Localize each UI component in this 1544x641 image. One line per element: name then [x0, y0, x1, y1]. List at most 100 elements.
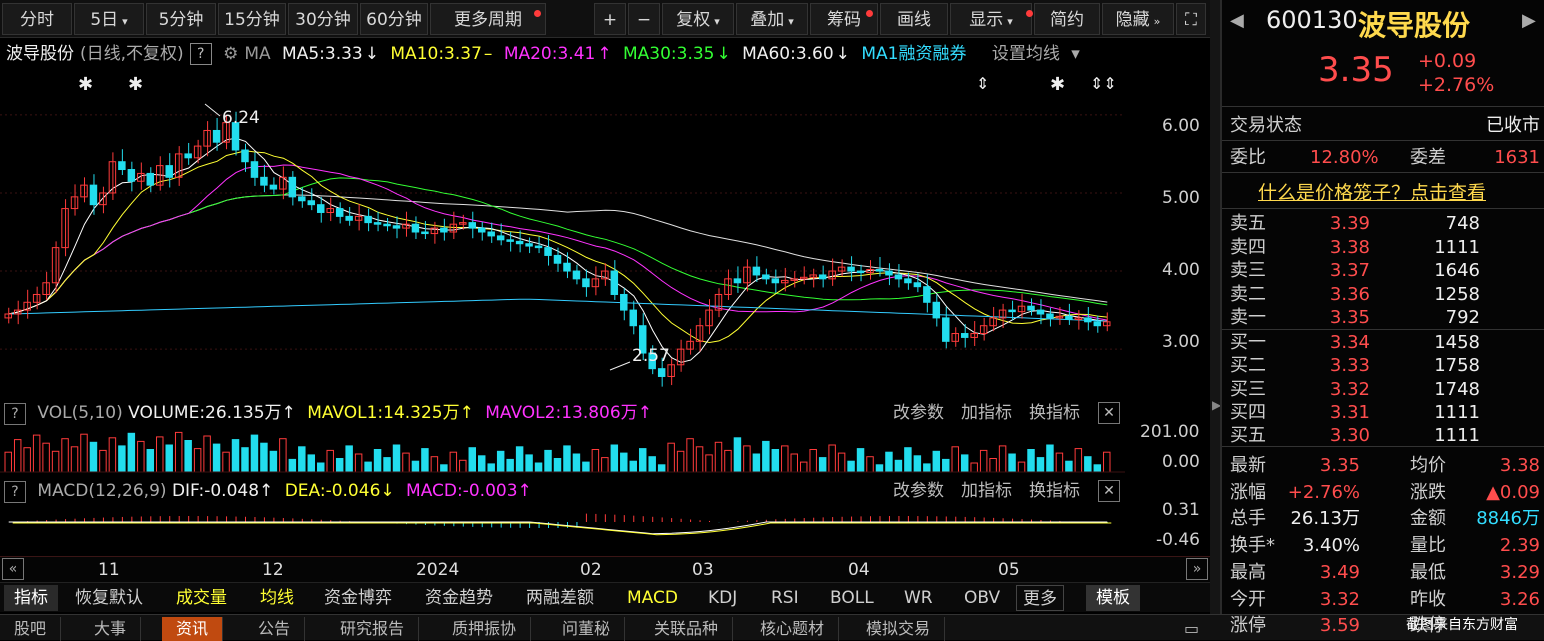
overlay-button[interactable]: 叠加 ▾ — [736, 3, 808, 35]
tab-rsi[interactable]: RSI — [771, 585, 799, 611]
simple-button[interactable]: 简约 — [1034, 3, 1100, 35]
mavol1-value: MAVOL1:14.325万 — [307, 403, 460, 423]
stat-value: 3.59 — [1319, 615, 1360, 637]
tab-capital-game[interactable]: 资金博弈 — [324, 585, 392, 611]
display-button[interactable]: 显示 ▾ — [950, 3, 1033, 35]
tab-60min[interactable]: 60分钟 — [360, 3, 428, 35]
tab-core-theme[interactable]: 核心题材 — [746, 617, 840, 641]
tab-more[interactable]: 更多 — [1016, 585, 1064, 611]
chips-label: 筹码 — [827, 10, 861, 30]
gear-icon[interactable]: ⚙ — [223, 44, 238, 64]
close-icon[interactable]: ✕ — [1098, 480, 1120, 502]
prev-stock-icon[interactable]: ◀ — [1230, 10, 1244, 31]
tab-more-periods[interactable]: 更多周期 — [430, 3, 546, 35]
switch-indicator-button[interactable]: 换指标 — [1029, 478, 1080, 504]
tab-15min[interactable]: 15分钟 — [218, 3, 286, 35]
volume-bar — [676, 450, 685, 473]
volume-bar — [354, 453, 363, 473]
candle-body — [1093, 321, 1102, 327]
tab-boll[interactable]: BOLL — [830, 585, 874, 611]
tab-indicator[interactable]: 指标 — [4, 585, 58, 611]
tab-announcements[interactable]: 公告 — [244, 617, 306, 641]
tab-volume[interactable]: 成交量 — [176, 585, 227, 611]
event-marker-icon[interactable]: ✱ — [1050, 74, 1065, 95]
tab-margin-diff[interactable]: 两融差额 — [526, 585, 594, 611]
stat-row: 最新 3.35 均价 3.38 — [1230, 454, 1540, 477]
tab-5min[interactable]: 5分钟 — [146, 3, 216, 35]
notify-dot — [1026, 10, 1033, 17]
help-icon[interactable]: ? — [4, 481, 26, 503]
scroll-right-icon[interactable]: » — [1186, 558, 1208, 580]
zoom-in-button[interactable]: + — [594, 3, 626, 35]
candle-body — [1065, 315, 1073, 320]
tab-pledge[interactable]: 质押振协 — [438, 617, 532, 641]
help-icon[interactable]: ? — [4, 403, 26, 425]
scroll-left-icon[interactable]: « — [2, 558, 24, 580]
tab-events[interactable]: 大事 — [80, 617, 142, 641]
hide-label: 隐藏 — [1115, 10, 1150, 30]
candle-body — [127, 169, 136, 182]
help-icon[interactable]: ? — [189, 43, 212, 65]
x-tick-label: 02 — [580, 560, 602, 580]
tab-wr[interactable]: WR — [904, 585, 933, 611]
event-arrow-icon[interactable]: ⇕ — [976, 74, 989, 93]
tab-restore-default[interactable]: 恢复默认 — [75, 585, 143, 611]
add-indicator-button[interactable]: 加指标 — [961, 478, 1012, 504]
volume-bar — [421, 448, 429, 473]
tab-sim-trade[interactable]: 模拟交易 — [852, 617, 946, 641]
event-marker-icon[interactable]: ✱ — [78, 74, 93, 95]
fullscreen-icon[interactable]: ⛶ — [1176, 3, 1206, 35]
order-ratio-row: 委比 12.80% 委差 1631 — [1230, 146, 1540, 169]
draw-button[interactable]: 画线 — [880, 3, 948, 35]
tab-guba[interactable]: 股吧 — [0, 617, 62, 641]
macd-tick-label: -0.46 — [1156, 530, 1200, 550]
stat-value: 3.29 — [1499, 561, 1540, 583]
next-stock-icon[interactable]: ▶ — [1522, 10, 1536, 31]
add-indicator-button[interactable]: 加指标 — [961, 400, 1012, 426]
bid-row: 买四 3.31 1111 — [1230, 401, 1540, 424]
tab-30min[interactable]: 30分钟 — [288, 3, 358, 35]
tab-news[interactable]: 资讯 — [162, 617, 224, 641]
tab-5day[interactable]: 5日 ▾ — [74, 3, 144, 35]
volume-bar — [42, 442, 50, 473]
change-params-button[interactable]: 改参数 — [893, 400, 944, 426]
tab-template[interactable]: 模板 — [1086, 585, 1140, 611]
tab-obv[interactable]: OBV — [964, 585, 1000, 611]
volume-bar — [913, 455, 922, 473]
candle-body — [421, 231, 429, 235]
tab-related[interactable]: 关联品种 — [640, 617, 734, 641]
ma-setting-button[interactable]: 设置均线 ▾ — [992, 44, 1080, 64]
tab-kdj[interactable]: KDJ — [708, 585, 737, 611]
volume-bar — [1084, 456, 1092, 473]
tab-capital-trend[interactable]: 资金趋势 — [425, 585, 493, 611]
adjust-button[interactable]: 复权 ▾ — [662, 3, 734, 35]
zoom-out-button[interactable]: − — [628, 3, 660, 35]
event-marker-icon[interactable]: ✱ — [128, 74, 143, 95]
minimize-icon[interactable]: ▭ — [1170, 617, 1213, 641]
tab-intraday[interactable]: 分时 — [2, 3, 72, 35]
candle-body — [1084, 317, 1092, 323]
switch-indicator-button[interactable]: 换指标 — [1029, 400, 1080, 426]
candlestick-chart[interactable] — [0, 68, 1125, 396]
chips-button[interactable]: 筹码 — [810, 3, 878, 35]
tab-ma[interactable]: 均线 — [260, 585, 294, 611]
stat-value: 3.26 — [1499, 588, 1540, 610]
macd-value: MACD:-0.003 — [406, 481, 518, 501]
volume-bar — [1074, 448, 1083, 473]
tab-ask-secretary[interactable]: 问董秘 — [548, 617, 626, 641]
tab-research[interactable]: 研究报告 — [326, 617, 420, 641]
event-arrow-icon[interactable]: ⇕⇕ — [1090, 74, 1117, 93]
candle-body — [269, 184, 278, 190]
bid-volume: 1111 — [1434, 401, 1480, 423]
price-cage-link[interactable]: 什么是价格笼子？点击查看 — [1258, 178, 1486, 205]
macd-chart[interactable] — [0, 504, 1125, 554]
notify-dot — [534, 10, 541, 17]
tab-macd[interactable]: MACD — [627, 585, 678, 611]
close-icon[interactable]: ✕ — [1098, 402, 1120, 424]
vol-tick-label: 201.00 — [1140, 422, 1200, 442]
change-params-button[interactable]: 改参数 — [893, 478, 944, 504]
panel-splitter[interactable]: ▶ — [1210, 0, 1221, 614]
candle-body — [241, 149, 249, 163]
hide-button[interactable]: 隐藏» — [1102, 3, 1174, 35]
volume-chart[interactable] — [0, 426, 1125, 474]
